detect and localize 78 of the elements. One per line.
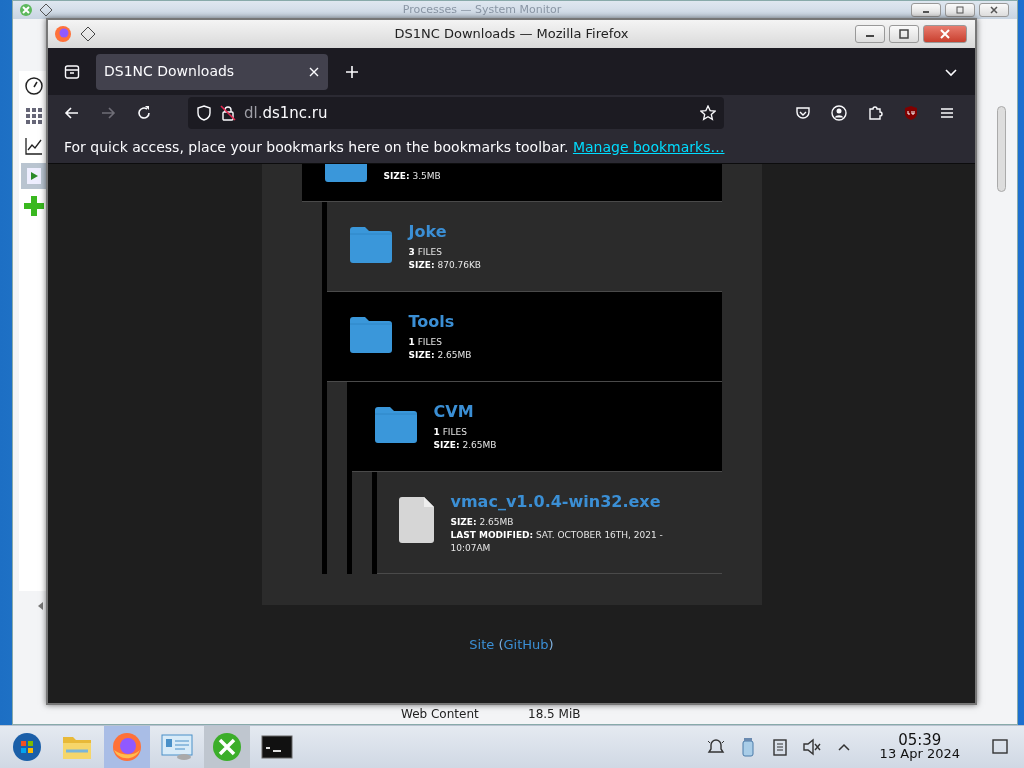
pocket-icon (795, 105, 811, 121)
minimize-button[interactable] (855, 25, 885, 43)
item-modified: LAST MODIFIED: SAT. OCTOBER 16TH, 2021 - 10:07AM (450, 529, 664, 555)
scrollbar-thumb[interactable] (997, 106, 1006, 192)
firefox-icon (112, 732, 142, 762)
plus-icon (23, 195, 45, 217)
item-link[interactable]: Joke (408, 222, 482, 242)
lock-slash-icon (220, 105, 236, 121)
bell-icon (706, 738, 725, 756)
url-text: dl.ds1nc.ru (244, 102, 328, 124)
bookmarks-hint: For quick access, place your bookmarks here on the bookmarks toolbar. Manage bookmarks… (64, 137, 725, 157)
shield-icon (196, 105, 212, 121)
window-title: DS1NC Downloads — Mozilla Firefox (394, 25, 629, 44)
item-size: SIZE: 2.65MB (450, 516, 515, 529)
list-item[interactable]: SIZE: 3.5MB (301, 164, 722, 202)
play-icon (24, 166, 44, 187)
maximize-button[interactable] (945, 3, 975, 17)
shield-badge-icon (903, 105, 919, 121)
maximize-button[interactable] (889, 25, 919, 43)
forward-arrow-icon (100, 105, 116, 121)
browser-tab[interactable]: DS1NC Downloads (96, 53, 328, 90)
item-size: SIZE: 2.65MB (408, 349, 472, 362)
folder-icon (373, 406, 418, 444)
list-item[interactable]: CVM 1 FILES SIZE: 2.65MB (351, 382, 722, 472)
item-link[interactable]: Tools (408, 312, 472, 332)
terminal-icon (261, 734, 293, 760)
maximize-icon (898, 29, 910, 39)
tray-icon (64, 63, 80, 80)
github-link[interactable]: GitHub (503, 637, 549, 652)
chart-icon (24, 136, 44, 157)
clock-date: 13 Apr 2024 (879, 747, 960, 761)
item-size: SIZE: 3.5MB (383, 170, 441, 183)
gauge-icon (24, 76, 44, 97)
close-button[interactable] (979, 3, 1009, 17)
footer-text: Site (GitHub) (468, 636, 555, 654)
close-icon (939, 29, 951, 39)
list-item[interactable]: Tools 1 FILES SIZE: 2.65MB (326, 292, 722, 382)
close-icon (308, 65, 320, 78)
menu-icon (939, 105, 955, 121)
firefox-icon (54, 25, 72, 43)
diamond-icon (39, 3, 53, 17)
item-link[interactable]: vmac_v1.0.4-win32.exe (450, 492, 700, 512)
site-link[interactable]: Site (469, 637, 495, 652)
notes-icon (770, 738, 789, 756)
item-files: 1 FILES (408, 336, 443, 349)
item-size: SIZE: 2.65MB (433, 439, 497, 452)
manage-bookmarks-link[interactable]: Manage bookmarks… (572, 138, 725, 155)
table-cell-text: Web Content (401, 706, 480, 723)
diamond-icon (80, 26, 96, 42)
close-button[interactable] (923, 25, 967, 43)
window-title: Processes — System Monitor (402, 2, 562, 18)
firefox-button[interactable] (104, 725, 150, 768)
square-icon (991, 738, 1009, 756)
item-size: SIZE: 870.76KB (408, 259, 482, 272)
apps-icon (24, 106, 44, 127)
plus-icon (345, 64, 359, 79)
folder-icon (62, 734, 92, 760)
item-files: 3 FILES (408, 246, 443, 259)
reload-icon (136, 105, 152, 121)
clock-time: 05:39 (897, 733, 943, 747)
minimize-button[interactable] (911, 3, 941, 17)
puzzle-icon (867, 105, 883, 121)
control-panel-icon (160, 732, 194, 762)
star-icon (700, 105, 716, 121)
table-cell-text: 18.5 MiB (528, 706, 582, 723)
orb-icon (12, 732, 42, 762)
back-arrow-icon (64, 105, 80, 121)
maximize-icon (955, 6, 965, 14)
item-files: 1 FILES (433, 426, 468, 439)
address-bar[interactable]: dl.ds1nc.ru (188, 97, 724, 129)
close-icon (989, 6, 999, 14)
folder-icon (348, 316, 393, 354)
app-icon (19, 3, 33, 17)
item-link[interactable]: CVM (433, 402, 497, 422)
folder-icon (348, 226, 393, 264)
file-icon (398, 496, 435, 544)
muted-speaker-icon (801, 738, 822, 756)
account-icon (831, 105, 847, 121)
